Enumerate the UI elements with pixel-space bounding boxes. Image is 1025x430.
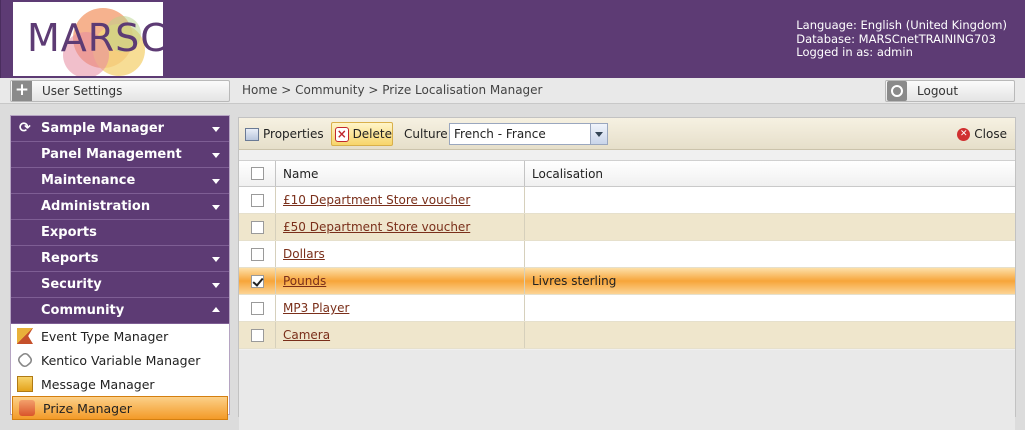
logout-button[interactable]: Logout [885,80,1015,102]
delete-icon: × [335,126,349,142]
properties-icon [245,127,259,141]
database-info: Database: MARSCnetTRAINING703 [796,31,996,46]
table-row[interactable]: £10 Department Store voucher [239,187,1015,214]
culture-value: French - France [454,127,546,141]
table-row[interactable]: Dollars [239,241,1015,268]
row-checkbox[interactable] [250,220,264,234]
sidebar-item-maintenance[interactable]: Maintenance [11,168,229,194]
chevron-down-icon [212,283,220,288]
prize-name-link[interactable]: MP3 Player [283,301,349,315]
sidebar-item-security[interactable]: Security [11,272,229,298]
breadcrumb: Home > Community > Prize Localisation Ma… [242,83,543,97]
sidebar-item-administration[interactable]: Administration [11,194,229,220]
sidebar-item-panel-management[interactable]: Panel Management [11,142,229,168]
power-icon [887,81,907,101]
flag-icon [17,328,33,344]
language-info: Language: English (United Kingdom) [796,18,1007,32]
sidebar-subitem-kentico-variable-manager[interactable]: Kentico Variable Manager [11,348,229,372]
logged-in-info: Logged in as: admin [796,45,913,59]
column-header-localisation[interactable]: Localisation [532,167,603,181]
sidebar-subitem-prize-manager[interactable]: Prize Manager [12,396,228,420]
chevron-down-icon [212,127,220,132]
sidebar-subitem-label: Kentico Variable Manager [41,352,201,368]
prize-grid: Name Localisation £10 Department Store v… [239,160,1015,349]
delete-button[interactable]: × Delete [331,122,393,146]
sidebar-item-label: Community [41,303,125,318]
chevron-down-icon [212,179,220,184]
session-info: Language: English (United Kingdom) Datab… [796,18,1007,60]
chevron-down-icon [212,205,220,210]
plus-icon: + [12,81,32,101]
logout-label: Logout [917,84,959,98]
sidebar: ⟳ Sample Manager Panel Management Mainte… [10,115,230,420]
column-header-name[interactable]: Name [283,167,318,181]
table-row[interactable]: £50 Department Store voucher [239,214,1015,241]
app-header: MARSC Language: English (United Kingdom)… [0,0,1025,78]
localisation-cell: Livres sterling [532,274,617,288]
link-icon [15,350,35,370]
prize-name-link[interactable]: £10 Department Store voucher [283,193,470,207]
sidebar-item-label: Sample Manager [41,121,165,136]
grid-empty-area [239,350,1015,430]
sidebar-item-label: Security [41,277,102,292]
user-settings-button[interactable]: + User Settings [10,80,230,102]
marsc-logo: MARSC [13,2,163,76]
sidebar-item-label: Maintenance [41,173,136,188]
sidebar-item-reports[interactable]: Reports [11,246,229,272]
row-checkbox[interactable] [250,274,264,288]
chevron-down-icon [212,153,220,158]
culture-label: Culture [404,127,448,141]
delete-label: Delete [352,127,392,141]
prize-icon [19,400,35,416]
prize-name-link[interactable]: Dollars [283,247,325,261]
sidebar-subitem-label: Event Type Manager [41,328,169,344]
sidebar-item-label: Exports [41,225,97,240]
user-settings-label: User Settings [42,84,123,98]
sidebar-item-label: Reports [41,251,99,266]
sidebar-subitem-label: Prize Manager [43,400,132,416]
sidebar-item-label: Administration [41,199,151,214]
refresh-icon: ⟳ [19,120,31,136]
sidebar-item-community[interactable]: Community [11,298,229,324]
table-row[interactable]: MP3 Player [239,295,1015,322]
sidebar-subitem-message-manager[interactable]: Message Manager [11,372,229,396]
row-checkbox[interactable] [250,301,264,315]
sidebar-item-sample-manager[interactable]: ⟳ Sample Manager [11,116,229,142]
select-all-checkbox[interactable] [250,167,264,180]
sidebar-subitem-event-type-manager[interactable]: Event Type Manager [11,324,229,348]
properties-button[interactable]: Properties [245,122,324,146]
table-row-selected[interactable]: Pounds Livres sterling [239,268,1015,295]
chevron-down-icon[interactable] [590,124,607,144]
grid-header-row: Name Localisation [239,160,1015,187]
table-row[interactable]: Camera [239,322,1015,349]
logo-text: MARSC [27,16,163,60]
properties-label: Properties [263,127,324,141]
row-checkbox[interactable] [250,247,264,261]
message-icon [17,376,33,392]
prize-name-link[interactable]: £50 Department Store voucher [283,220,470,234]
chevron-up-icon [212,307,220,312]
main-panel: Properties × Delete Culture French - Fra… [238,117,1016,430]
prize-name-link[interactable]: Camera [283,328,330,342]
grid-toolbar: Properties × Delete Culture French - Fra… [239,118,1015,150]
sidebar-item-label: Panel Management [41,147,182,162]
row-checkbox[interactable] [250,328,264,342]
close-button[interactable]: ✕ Close [957,127,1007,141]
prize-name-link[interactable]: Pounds [283,274,326,288]
sidebar-item-exports[interactable]: Exports [11,220,229,246]
top-toolbar: + User Settings Home > Community > Prize… [0,78,1025,104]
sidebar-subitem-label: Message Manager [41,376,155,392]
row-checkbox[interactable] [250,193,264,207]
close-label: Close [974,127,1007,141]
close-icon: ✕ [957,127,971,141]
chevron-down-icon [212,257,220,262]
culture-select[interactable]: French - France [449,123,608,145]
